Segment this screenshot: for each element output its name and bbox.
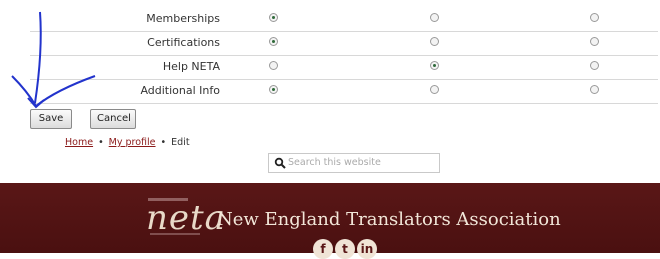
radio-option-3[interactable]: [590, 61, 599, 70]
radio-option-2[interactable]: [430, 85, 439, 94]
radio-option-2[interactable]: [430, 37, 439, 46]
twitter-icon[interactable]: t: [335, 239, 355, 259]
breadcrumb-profile-link[interactable]: My profile: [109, 137, 156, 148]
neta-logo[interactable]: neta: [146, 201, 226, 235]
privacy-settings-table: Memberships Certifications Help NETA Add…: [30, 8, 658, 104]
radio-option-3[interactable]: [590, 85, 599, 94]
breadcrumb-current: Edit: [171, 137, 190, 148]
radio-option-2[interactable]: [430, 61, 439, 70]
radio-option-1[interactable]: [269, 85, 278, 94]
linkedin-icon[interactable]: in: [357, 239, 377, 259]
breadcrumb-separator: •: [98, 137, 104, 148]
search-box[interactable]: Search this website: [268, 153, 440, 173]
breadcrumb: Home • My profile • Edit: [65, 137, 190, 148]
row-label: Certifications: [147, 36, 220, 49]
site-footer: neta New England Translators Association…: [0, 183, 660, 259]
save-button[interactable]: Save: [30, 109, 72, 129]
cancel-button[interactable]: Cancel: [90, 109, 136, 129]
row-label: Help NETA: [162, 60, 220, 73]
search-icon: [274, 157, 286, 169]
radio-option-2[interactable]: [430, 13, 439, 22]
radio-option-1[interactable]: [269, 13, 278, 22]
org-name: New England Translators Association: [217, 209, 561, 230]
logo-tagline: [150, 233, 200, 235]
breadcrumb-home-link[interactable]: Home: [65, 137, 93, 148]
radio-option-1[interactable]: [269, 37, 278, 46]
radio-option-3[interactable]: [590, 13, 599, 22]
radio-option-1[interactable]: [269, 61, 278, 70]
profile-edit-page: Memberships Certifications Help NETA Add…: [0, 0, 660, 259]
table-row: Memberships: [30, 8, 658, 32]
facebook-icon[interactable]: f: [313, 239, 333, 259]
table-row: Help NETA: [30, 56, 658, 80]
table-row: Certifications: [30, 32, 658, 56]
breadcrumb-separator: •: [160, 137, 167, 148]
row-label: Additional Info: [140, 84, 220, 97]
table-row: Additional Info: [30, 80, 658, 104]
radio-option-3[interactable]: [590, 37, 599, 46]
search-placeholder: Search this website: [288, 157, 381, 168]
row-label: Memberships: [146, 12, 220, 25]
